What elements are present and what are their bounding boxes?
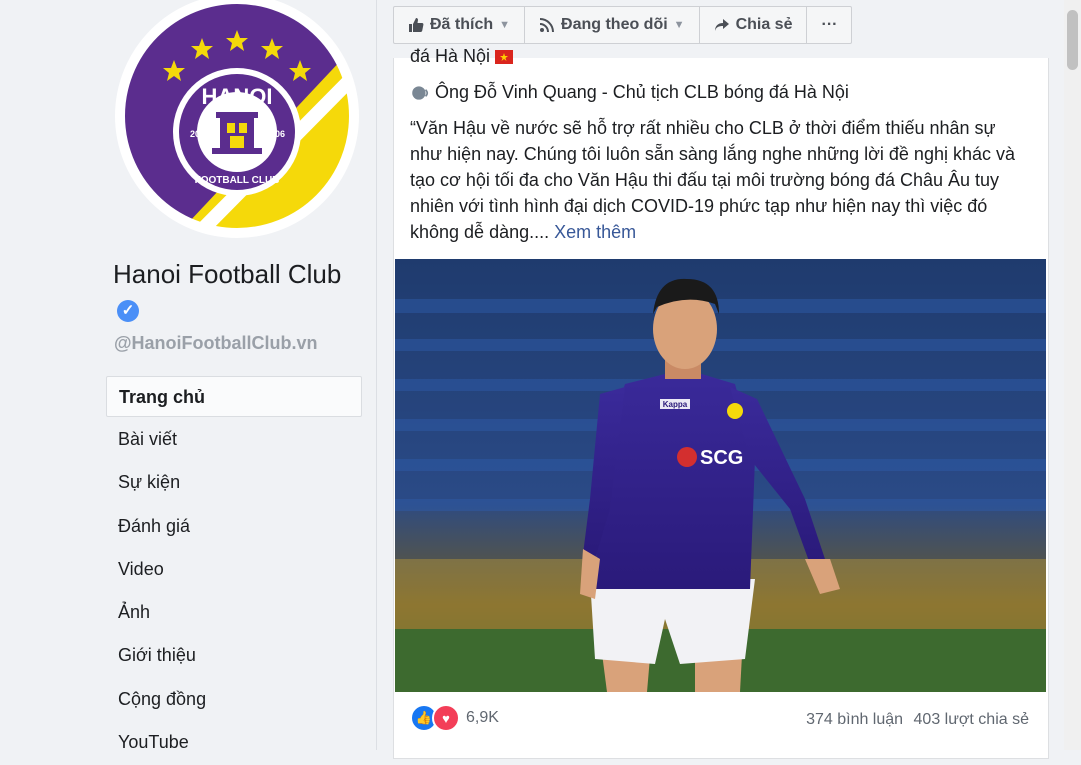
scrollbar-thumb[interactable]: [1067, 10, 1078, 70]
following-label: Đang theo dõi: [561, 16, 668, 33]
post-speaker-text: Ông Đỗ Vinh Quang - Chủ tịch CLB bóng đá…: [435, 82, 849, 102]
chevron-down-icon: ▼: [673, 19, 685, 31]
nav-item-reviews[interactable]: Đánh giá: [106, 506, 362, 549]
page-handle[interactable]: @HanoiFootballClub.vn: [114, 333, 318, 354]
nav-item-posts[interactable]: Bài viết: [106, 419, 362, 462]
see-more-link[interactable]: Xem thêm: [554, 222, 636, 242]
logo-year-left: 20: [190, 129, 200, 139]
page-name[interactable]: Hanoi Football Club ✓: [113, 257, 353, 325]
left-column: HANOI FOOTBALL CLUB 20 06 Hanoi Football…: [0, 0, 376, 752]
reactions-summary[interactable]: 👍 ♥ 6,9K: [410, 704, 499, 732]
nav-item-events[interactable]: Sự kiện: [106, 462, 362, 505]
post-speaker-line: Ông Đỗ Vinh Quang - Chủ tịch CLB bóng đá…: [410, 82, 849, 103]
post-quote-text: “Văn Hậu về nước sẽ hỗ trợ rất nhiều cho…: [410, 118, 1015, 242]
following-button[interactable]: Đang theo dõi ▼: [525, 7, 700, 43]
vietnam-flag-icon: [495, 50, 514, 65]
page-action-bar: Đã thích ▼ Đang theo dõi ▼ Chia sẻ ···: [393, 6, 853, 44]
logo-year-right: 06: [275, 129, 285, 139]
nav-item-video[interactable]: Video: [106, 549, 362, 592]
chevron-down-icon: ▼: [499, 19, 511, 31]
post-partial-line: đá Hà Nội: [410, 46, 514, 66]
verified-badge-icon: ✓: [117, 300, 139, 322]
page-name-text: Hanoi Football Club: [113, 259, 342, 289]
love-reaction-icon: ♥: [432, 704, 460, 732]
thumbs-up-icon: [409, 18, 424, 32]
share-label: Chia sẻ: [735, 16, 793, 33]
post-partial-text: đá Hà Nội: [410, 46, 491, 66]
jersey-brand-text: Kappa: [663, 400, 688, 409]
post-quote: “Văn Hậu về nước sẽ hỗ trợ rất nhiều cho…: [410, 115, 1030, 245]
rss-icon: [539, 18, 555, 33]
shares-count-link[interactable]: 403 lượt chia sẻ: [914, 711, 1029, 728]
more-options-icon: ···: [821, 16, 838, 33]
comments-count-link[interactable]: 374 bình luận: [806, 711, 903, 728]
scrollbar-track[interactable]: [1064, 0, 1081, 750]
logo-subtext: FOOTBALL CLUB: [195, 175, 280, 186]
page-profile-picture[interactable]: HANOI FOOTBALL CLUB 20 06: [114, 0, 360, 238]
nav-item-about[interactable]: Giới thiệu: [106, 635, 362, 678]
page-nav: Trang chủ Bài viết Sự kiện Đánh giá Vide…: [106, 376, 362, 765]
column-divider: [376, 0, 377, 750]
liked-button[interactable]: Đã thích ▼: [394, 7, 526, 43]
nav-item-home[interactable]: Trang chủ: [106, 376, 362, 417]
share-arrow-icon: [714, 19, 729, 31]
nav-item-youtube[interactable]: YouTube: [106, 722, 362, 765]
liked-label: Đã thích: [430, 16, 494, 33]
speaking-head-icon: [412, 86, 429, 100]
nav-item-community[interactable]: Cộng đồng: [106, 679, 362, 722]
hanoi-fc-logo-icon: HANOI FOOTBALL CLUB 20 06: [115, 0, 359, 238]
nav-item-photos[interactable]: Ảnh: [106, 592, 362, 635]
post-photo[interactable]: Kappa SCG: [395, 259, 1046, 692]
post-stats: 374 bình luận 403 lượt chia sẻ: [800, 711, 1029, 729]
more-options-button[interactable]: ···: [807, 7, 851, 43]
reactions-count: 6,9K: [466, 709, 499, 726]
share-button[interactable]: Chia sẻ: [700, 7, 808, 43]
logo-text: HANOI: [202, 84, 273, 109]
jersey-sponsor-text: SCG: [700, 447, 743, 469]
player-photo-image: Kappa SCG: [395, 259, 1046, 692]
